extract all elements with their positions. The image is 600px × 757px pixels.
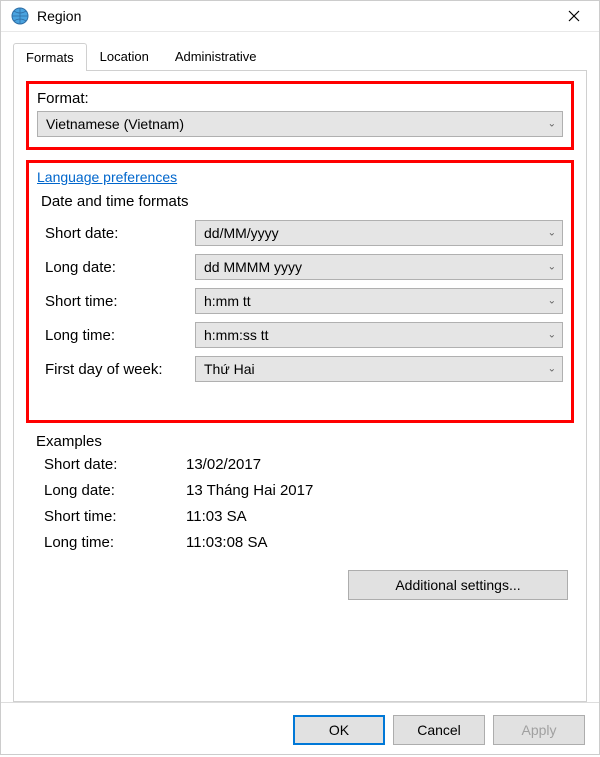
row-short-date: Short date: dd/MM/yyyy ⌄ — [37, 220, 563, 246]
short-time-combo[interactable]: h:mm tt ⌄ — [195, 288, 563, 314]
ex-short-date-value: 13/02/2017 — [186, 456, 261, 473]
ex-long-date-value: 13 Tháng Hai 2017 — [186, 482, 313, 499]
datetime-legend: Date and time formats — [41, 193, 563, 210]
ex-long-time-value: 11:03:08 SA — [186, 534, 267, 551]
ex-long-time-label: Long time: — [44, 534, 186, 551]
first-day-value: Thứ Hai — [204, 361, 255, 377]
additional-settings-row: Additional settings... — [26, 560, 574, 600]
ex-long-date-label: Long date: — [44, 482, 186, 499]
long-date-value: dd MMMM yyyy — [204, 259, 302, 275]
close-icon — [568, 10, 580, 22]
short-date-combo[interactable]: dd/MM/yyyy ⌄ — [195, 220, 563, 246]
apply-button[interactable]: Apply — [493, 715, 585, 745]
tab-administrative[interactable]: Administrative — [162, 42, 270, 70]
examples-group: Short date: 13/02/2017 Long date: 13 Thá… — [26, 456, 574, 551]
chevron-down-icon: ⌄ — [548, 119, 556, 130]
short-date-label: Short date: — [45, 225, 195, 242]
example-short-time: Short time: 11:03 SA — [26, 508, 574, 525]
long-time-combo[interactable]: h:mm:ss tt ⌄ — [195, 322, 563, 348]
format-value: Vietnamese (Vietnam) — [46, 116, 184, 132]
row-long-date: Long date: dd MMMM yyyy ⌄ — [37, 254, 563, 280]
globe-icon — [11, 7, 29, 25]
titlebar: Region — [1, 1, 599, 32]
long-time-value: h:mm:ss tt — [204, 327, 269, 343]
chevron-down-icon: ⌄ — [548, 330, 556, 341]
long-time-label: Long time: — [45, 327, 195, 344]
ok-button[interactable]: OK — [293, 715, 385, 745]
short-time-value: h:mm tt — [204, 293, 251, 309]
content: Formats Location Administrative Format: … — [1, 32, 599, 702]
footer-buttons: OK Cancel Apply — [1, 702, 599, 757]
row-long-time: Long time: h:mm:ss tt ⌄ — [37, 322, 563, 348]
tab-location[interactable]: Location — [87, 42, 162, 70]
datetime-group: Language preferences Date and time forma… — [26, 160, 574, 423]
tabpanel-formats: Format: Vietnamese (Vietnam) ⌄ Language … — [13, 71, 587, 702]
first-day-combo[interactable]: Thứ Hai ⌄ — [195, 356, 563, 382]
chevron-down-icon: ⌄ — [548, 364, 556, 375]
chevron-down-icon: ⌄ — [548, 296, 556, 307]
format-group: Format: Vietnamese (Vietnam) ⌄ — [26, 81, 574, 150]
window-title: Region — [37, 8, 559, 24]
ex-short-date-label: Short date: — [44, 456, 186, 473]
example-long-time: Long time: 11:03:08 SA — [26, 534, 574, 551]
additional-settings-button[interactable]: Additional settings... — [348, 570, 568, 600]
ex-short-time-label: Short time: — [44, 508, 186, 525]
close-button[interactable] — [559, 1, 589, 31]
cancel-button[interactable]: Cancel — [393, 715, 485, 745]
chevron-down-icon: ⌄ — [548, 228, 556, 239]
examples-legend: Examples — [36, 433, 574, 450]
tab-formats[interactable]: Formats — [13, 43, 87, 71]
row-short-time: Short time: h:mm tt ⌄ — [37, 288, 563, 314]
chevron-down-icon: ⌄ — [548, 262, 556, 273]
example-long-date: Long date: 13 Tháng Hai 2017 — [26, 482, 574, 499]
tabs: Formats Location Administrative — [13, 42, 587, 71]
short-date-value: dd/MM/yyyy — [204, 225, 279, 241]
ex-short-time-value: 11:03 SA — [186, 508, 247, 525]
language-preferences-link[interactable]: Language preferences — [37, 169, 177, 185]
first-day-label: First day of week: — [45, 361, 195, 378]
long-date-combo[interactable]: dd MMMM yyyy ⌄ — [195, 254, 563, 280]
region-window: Region Formats Location Administrative F… — [0, 0, 600, 755]
format-combo[interactable]: Vietnamese (Vietnam) ⌄ — [37, 111, 563, 137]
example-short-date: Short date: 13/02/2017 — [26, 456, 574, 473]
long-date-label: Long date: — [45, 259, 195, 276]
row-first-day: First day of week: Thứ Hai ⌄ — [37, 356, 563, 382]
format-label: Format: — [37, 90, 563, 107]
short-time-label: Short time: — [45, 293, 195, 310]
